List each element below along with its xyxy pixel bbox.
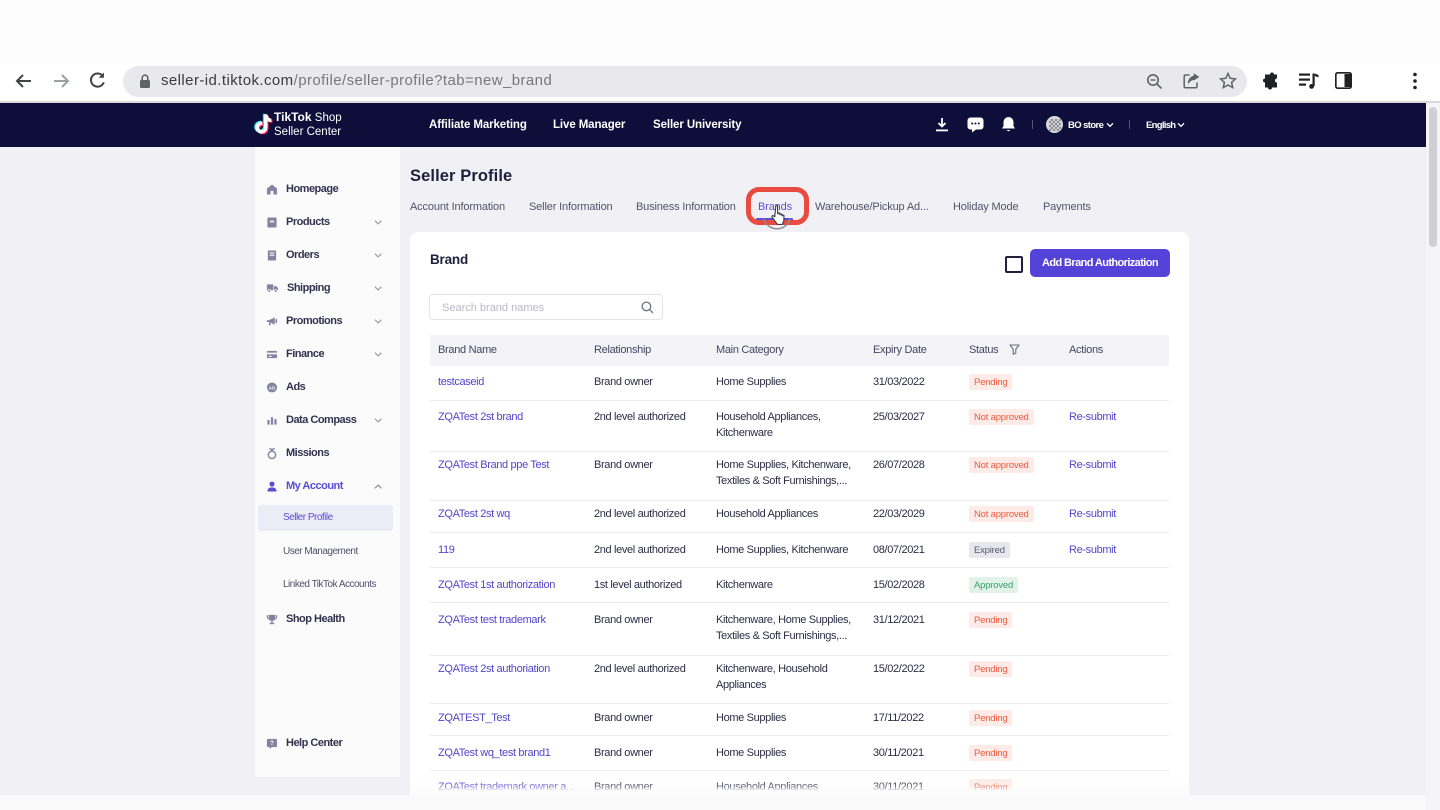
svg-text:?: ? xyxy=(270,741,274,747)
svg-text:AD: AD xyxy=(269,385,276,391)
